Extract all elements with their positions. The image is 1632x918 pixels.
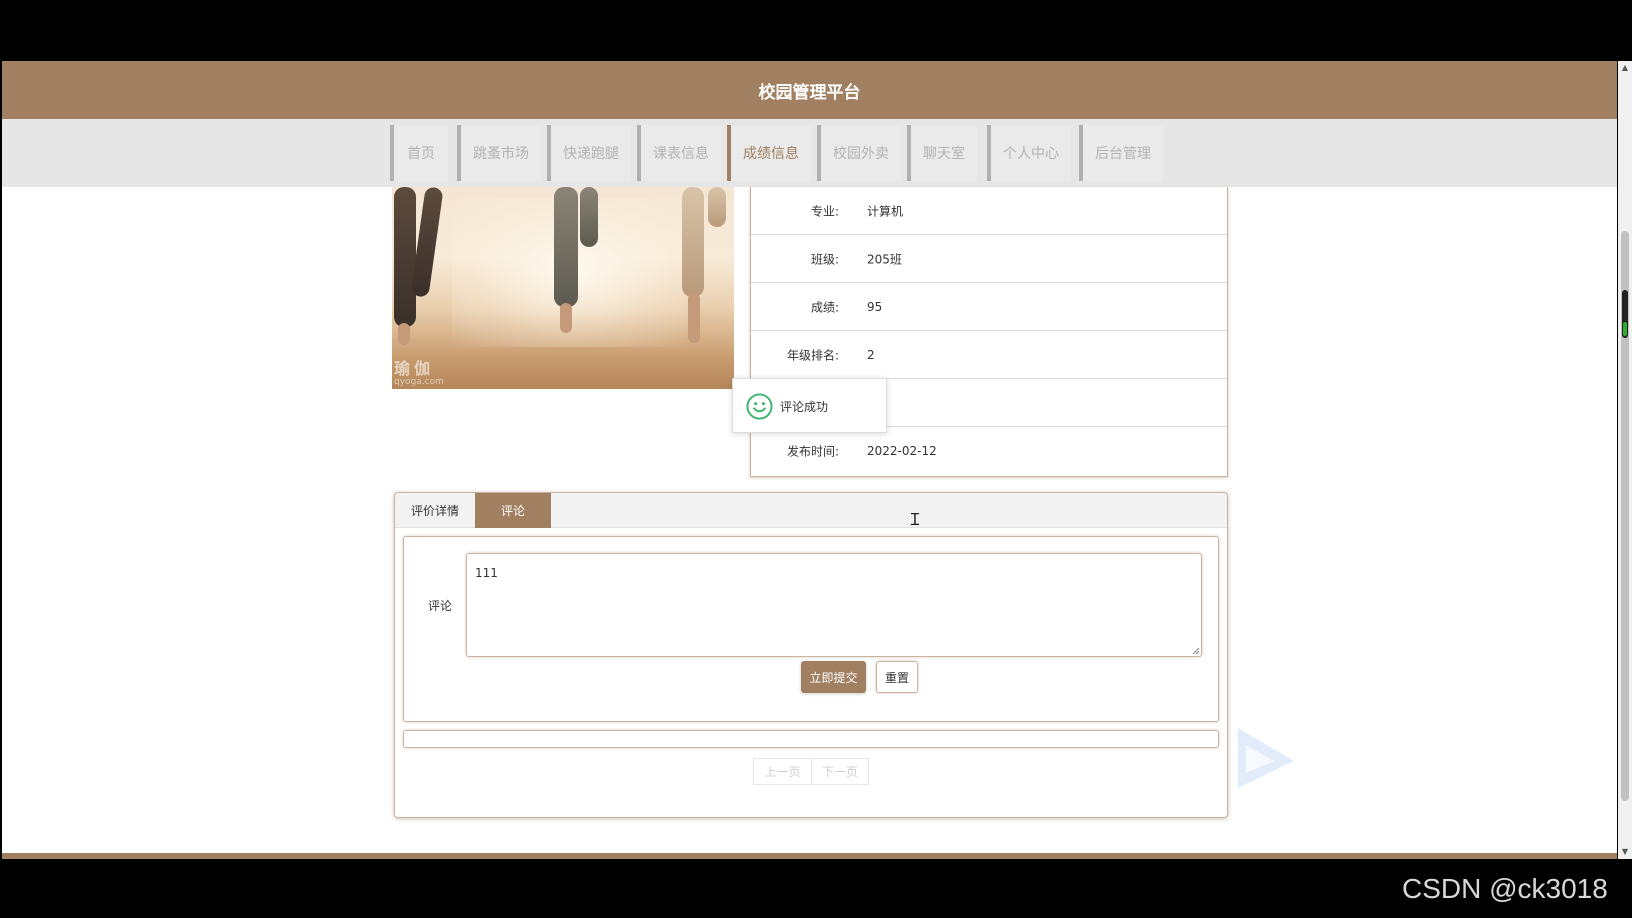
site-title: 校园管理平台 [758,82,861,103]
nav-item-chatroom[interactable]: 聊天室 [907,125,977,181]
detail-row: 班级: 205班 [751,235,1227,283]
browser-page: 校园管理平台 首页 跳蚤市场 快递跑腿 课表信息 成绩信息 校园外卖 聊天室 个… [2,61,1617,859]
detail-label: 专业: [810,204,839,218]
detail-label: 发布时间: [786,444,839,459]
player-logo-icon [1238,728,1294,788]
screen-frame: 校园管理平台 首页 跳蚤市场 快递跑腿 课表信息 成绩信息 校园外卖 聊天室 个… [0,0,1632,918]
nav-item-timetable[interactable]: 课表信息 [637,125,721,181]
pagination: 上一页 下一页 [753,758,869,785]
photo-watermark-url: qyoga.com [394,377,444,387]
detail-value: 2 [867,347,875,362]
review-panel: 评价详情 评论 评论 立即提交 重置 上一页 下一页 [394,492,1228,818]
detail-row: 年级排名: 2 [751,331,1227,379]
detail-label: 成绩: [810,300,839,314]
nav-item-home[interactable]: 首页 [390,125,448,181]
review-tabs: 评价详情 评论 [395,493,1227,528]
footer-strip [2,853,1617,859]
nav-item-personal-center[interactable]: 个人中心 [987,125,1071,181]
photo-figure [554,187,578,307]
detail-row: 成绩: 95 [751,283,1227,331]
detail-content: 瑜伽 qyoga.com 专业: 计算机 班级: 205班 成绩: 95 年级排… [2,187,1617,859]
tab-comments[interactable]: 评论 [475,493,551,528]
photo-figure [398,323,410,345]
photo-figure [688,293,700,343]
detail-row: 专业: 计算机 [751,187,1227,235]
comment-form: 评论 立即提交 重置 [403,536,1219,722]
scroll-position-marker [1623,322,1627,336]
text-cursor-icon: Ｉ [907,510,924,529]
detail-value: 计算机 [867,204,904,218]
top-header: 校园管理平台 [2,61,1617,119]
nav-item-flea-market[interactable]: 跳蚤市场 [457,125,541,181]
tab-review-details[interactable]: 评价详情 [395,493,475,528]
resize-grip-icon[interactable] [1192,647,1200,655]
detail-row: 发布时间: 2022-02-12 [751,427,1227,475]
nav-item-express-errand[interactable]: 快递跑腿 [547,125,631,181]
detail-value: 95 [867,299,883,314]
detail-table: 专业: 计算机 班级: 205班 成绩: 95 年级排名: 2 发布时间: 20… [750,187,1228,477]
photo-figure [560,303,572,333]
nav-item-grades[interactable]: 成绩信息 [727,125,811,181]
photo-figure [394,187,416,327]
item-photo: 瑜伽 qyoga.com [392,187,734,389]
photo-figure [580,187,598,247]
success-toast: 评论成功 [732,378,887,433]
submit-button[interactable]: 立即提交 [801,661,866,693]
photo-watermark: 瑜伽 [394,359,435,378]
nav-item-takeout[interactable]: 校园外卖 [817,125,901,181]
detail-value: 205班 [867,252,902,266]
page-scrollbar[interactable]: ▲ ▼ [1618,61,1632,859]
detail-label: 班级: [810,252,839,266]
photo-figure [682,187,704,297]
comment-list [403,730,1219,748]
comment-textarea[interactable] [466,553,1202,657]
photo-figure [708,187,726,227]
comment-label: 评论 [428,599,453,613]
prev-page-button[interactable]: 上一页 [754,759,811,784]
smile-icon [746,393,773,420]
next-page-button[interactable]: 下一页 [811,759,868,784]
toast-message: 评论成功 [780,400,829,414]
detail-label: 年级排名: [786,348,839,362]
main-nav: 首页 跳蚤市场 快递跑腿 课表信息 成绩信息 校园外卖 聊天室 个人中心 后台管… [2,119,1617,187]
detail-value: 2022-02-12 [867,444,937,458]
scroll-down-icon[interactable]: ▼ [1620,847,1630,857]
scroll-up-icon[interactable]: ▲ [1620,63,1630,73]
reset-button[interactable]: 重置 [876,661,918,693]
csdn-watermark: CSDN @ck3018 [1402,873,1608,904]
nav-item-admin[interactable]: 后台管理 [1079,125,1163,181]
